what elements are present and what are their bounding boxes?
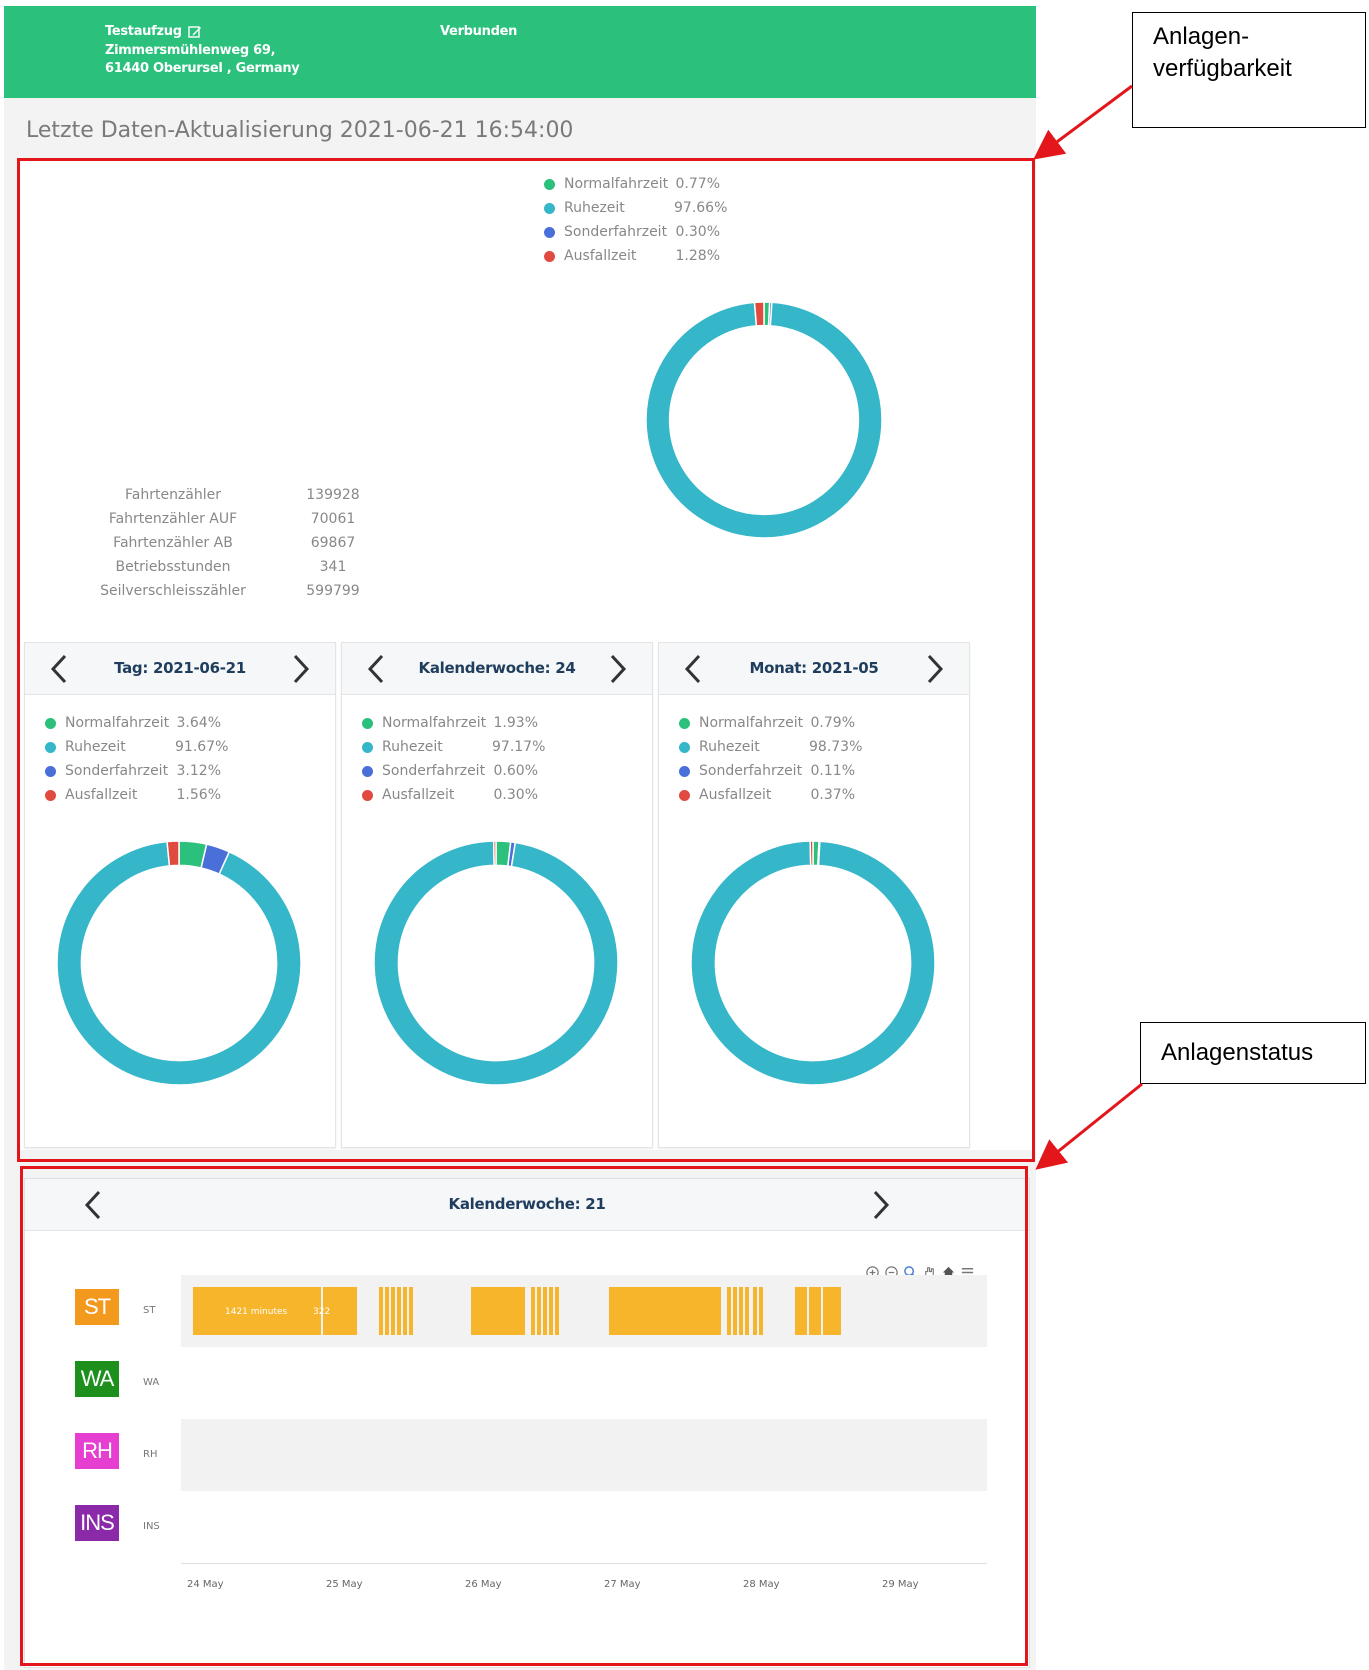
annotation-arrows [1033,84,1143,1170]
arrow-to-availability [1033,84,1133,160]
arrow-to-status [1035,1082,1143,1170]
